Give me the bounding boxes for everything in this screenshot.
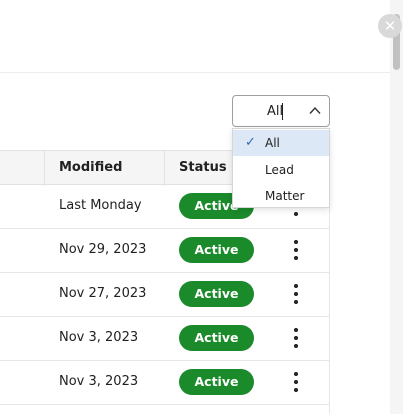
table-row[interactable]: Nov 27, 2023 Active [0,273,329,317]
vertical-scrollbar[interactable] [390,0,403,414]
cell-modified: Last Monday [59,198,142,213]
row-actions-button[interactable] [286,239,306,261]
text-caret [282,103,283,120]
column-divider [44,151,45,186]
filter-select[interactable]: All [232,95,330,127]
cell-modified: Nov 27, 2023 [59,286,147,301]
header-modified[interactable]: Modified [59,160,122,175]
status-badge: Active [179,369,254,395]
cell-modified: Nov 3, 2023 [59,374,139,389]
cell-modified: Nov 3, 2023 [59,330,139,345]
status-badge: Active [179,325,254,351]
option-lead[interactable]: Lead [233,157,329,183]
top-panel [0,0,390,73]
row-actions-button[interactable] [286,371,306,393]
close-button[interactable]: ✕ [378,14,402,38]
status-badge: Active [179,281,254,307]
filter-dropdown-menu: ✓ All Lead Matter [232,128,330,208]
table-row[interactable]: Nov 3, 2023 Active [0,361,329,405]
status-badge: Active [179,237,254,263]
cell-modified: Nov 29, 2023 [59,242,147,257]
row-actions-button[interactable] [286,327,306,349]
row-actions-button[interactable] [286,283,306,305]
column-divider [164,151,165,186]
chevron-up-icon [308,104,322,122]
header-status[interactable]: Status [179,160,227,175]
option-matter[interactable]: Matter [233,183,329,209]
close-icon: ✕ [383,16,397,35]
check-icon: ✓ [245,135,256,150]
table-row[interactable]: Nov 29, 2023 Active [0,229,329,273]
filter-select-value: All [267,104,284,119]
option-all[interactable]: ✓ All [233,130,329,156]
table-row[interactable]: Nov 3, 2023 Active [0,317,329,361]
